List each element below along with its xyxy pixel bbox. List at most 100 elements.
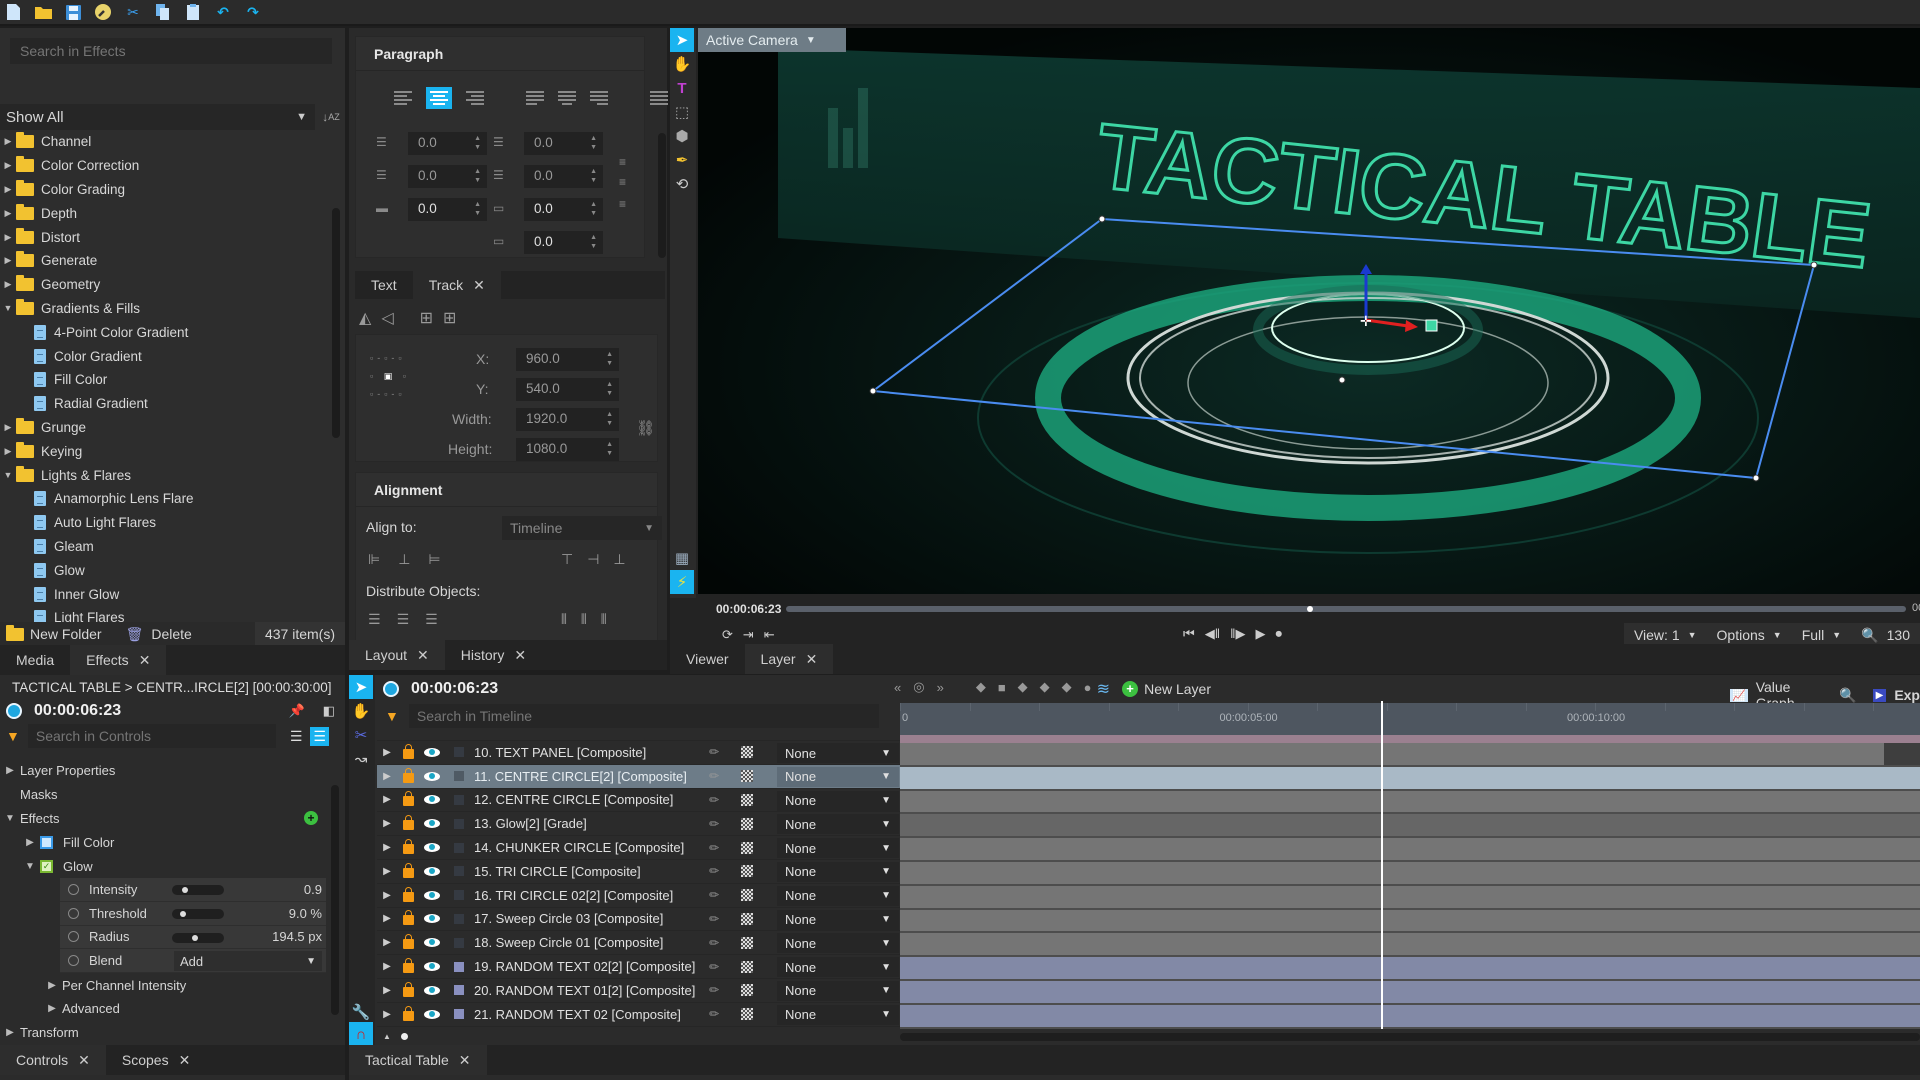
layer-track-bar[interactable] <box>900 861 1920 886</box>
align-v-center-icon[interactable]: ⊣ <box>587 551 599 568</box>
space-before-field[interactable]: 0.0 ▲ ▼ <box>524 132 603 155</box>
layer-color-swatch[interactable] <box>454 1009 464 1020</box>
layer-properties-row[interactable]: ▶ Layer Properties <box>0 759 330 783</box>
param-value[interactable]: 0.9 <box>304 882 322 897</box>
slice-tool-icon[interactable]: ✂ <box>349 723 373 747</box>
lock-icon[interactable] <box>403 743 414 759</box>
spinner-icon[interactable]: ▲ ▼ <box>606 440 613 458</box>
spinner-icon[interactable]: ▲ ▼ <box>590 200 597 218</box>
lock-icon[interactable] <box>403 910 414 926</box>
link-icon[interactable]: ⛓ <box>636 419 655 437</box>
spinner-icon[interactable]: ▲ ▼ <box>590 233 597 251</box>
filter-icon[interactable]: ▼ <box>385 708 399 724</box>
close-icon[interactable]: ✕ <box>806 651 818 668</box>
enable-checkbox-checked[interactable]: ✓ <box>40 859 53 873</box>
effect-item[interactable]: Glow <box>0 558 330 582</box>
controls-search-input[interactable] <box>27 724 276 748</box>
anchor-point-grid[interactable]: ▫-▫-▫ ▫ ▣ ▫ ▫-▫-▫ <box>370 349 422 401</box>
keyframe-radio[interactable] <box>68 883 79 895</box>
blend-mode-dropdown[interactable]: None ▼ <box>777 933 899 954</box>
visibility-eye-icon[interactable] <box>424 962 440 972</box>
effect-item[interactable]: 4-Point Color Gradient <box>0 320 330 344</box>
advanced-row[interactable]: ▶ Advanced <box>0 997 330 1021</box>
expand-icon[interactable]: ▶ <box>0 255 16 266</box>
expand-icon[interactable]: ▶ <box>377 1009 397 1020</box>
pen-icon[interactable]: ✏ <box>709 841 719 855</box>
spinner-icon[interactable]: ▲ ▼ <box>474 167 481 185</box>
layer-color-swatch[interactable] <box>454 842 464 853</box>
viewer-progress-knob[interactable] <box>1306 606 1313 612</box>
distribute-bottom-icon[interactable]: ☰ <box>425 611 438 628</box>
layer-color-swatch[interactable] <box>454 961 464 972</box>
justify-left-icon[interactable] <box>526 91 544 105</box>
align-right-edges-icon[interactable]: ⊨ <box>428 551 440 568</box>
tab-layout[interactable]: Layout ✕ <box>349 640 445 670</box>
justify-center-icon[interactable] <box>558 91 576 105</box>
layer-track-bar[interactable] <box>900 980 1920 1005</box>
controls-scrollbar[interactable] <box>331 785 339 1015</box>
lock-icon[interactable] <box>403 934 414 950</box>
save-icon[interactable] <box>64 3 82 21</box>
param-slider[interactable] <box>172 908 224 919</box>
pen-icon[interactable]: ✏ <box>709 912 719 926</box>
mask-checker-icon[interactable] <box>741 841 753 854</box>
collapse-icon[interactable]: ▼ <box>0 470 16 480</box>
expand-icon[interactable]: ▶ <box>377 961 397 972</box>
pin-icon[interactable]: 📌 <box>289 703 305 719</box>
pen-icon[interactable]: ✏ <box>709 769 719 783</box>
blend-mode-dropdown[interactable]: None ▼ <box>777 885 899 906</box>
expand-icon[interactable]: ▶ <box>0 208 16 219</box>
lock-icon[interactable] <box>403 862 414 878</box>
close-icon[interactable]: ✕ <box>179 1052 191 1069</box>
open-folder-icon[interactable] <box>34 3 52 21</box>
blend-dropdown[interactable]: Add ▼ <box>174 951 322 972</box>
lock-icon[interactable] <box>403 815 414 831</box>
visibility-eye-icon[interactable] <box>424 819 440 829</box>
space-top-field[interactable]: 0.0 ▲ ▼ <box>524 198 603 221</box>
playhead[interactable] <box>1380 701 1383 1029</box>
close-icon[interactable]: ✕ <box>78 1052 90 1069</box>
list-view-icon[interactable]: ☰ <box>290 728 303 745</box>
layer-track-bar[interactable] <box>900 1004 1920 1029</box>
effect-item[interactable]: Auto Light Flares <box>0 511 330 535</box>
align-to-dropdown[interactable]: Timeline ▼ <box>502 516 662 540</box>
add-keyframe-icon[interactable]: ◎ <box>913 679 924 695</box>
effects-scrollbar[interactable] <box>332 208 340 438</box>
effect-folder[interactable]: ▶ Color Correction <box>0 154 330 178</box>
visibility-eye-icon[interactable] <box>424 1009 440 1019</box>
masks-row[interactable]: Masks <box>0 783 330 807</box>
flip-horizontal-icon[interactable]: ◭ <box>359 308 371 328</box>
orbit-tool-icon[interactable]: ⟲ <box>670 172 694 196</box>
effect-item[interactable]: Inner Glow <box>0 582 330 606</box>
expand-icon[interactable]: ▶ <box>377 747 397 758</box>
undo-icon[interactable]: ↶ <box>214 3 232 21</box>
layer-color-swatch[interactable] <box>454 747 464 758</box>
add-effect-icon[interactable]: + <box>304 811 318 826</box>
close-icon[interactable]: ✕ <box>417 647 429 664</box>
keyframe-radio[interactable] <box>68 907 79 919</box>
align-left-icon[interactable] <box>394 91 412 105</box>
blend-mode-dropdown[interactable]: None ▼ <box>777 743 899 763</box>
new-folder-button[interactable]: New Folder <box>30 626 102 642</box>
close-icon[interactable]: ✕ <box>459 1052 471 1069</box>
export-button[interactable]: Exp <box>1894 687 1920 703</box>
blend-mode-dropdown[interactable]: None ▼ <box>777 861 899 882</box>
mask-checker-icon[interactable] <box>741 889 753 902</box>
viewer-progress-track[interactable] <box>786 606 1906 612</box>
select-tool-icon[interactable]: ➤ <box>670 28 694 52</box>
expand-icon[interactable]: ▶ <box>0 422 16 433</box>
slider-knob[interactable] <box>400 1032 408 1040</box>
close-icon[interactable]: ✕ <box>139 652 151 669</box>
x-field[interactable]: 960.0 ▲ ▼ <box>516 348 619 371</box>
lock-icon[interactable] <box>403 1005 414 1021</box>
lock-icon[interactable] <box>403 791 414 807</box>
zoom-timeline-icon[interactable]: 🔍 <box>1839 687 1856 704</box>
expand-icon[interactable]: ▶ <box>377 794 397 805</box>
step-back-icon[interactable]: ◀‖ <box>1205 626 1220 642</box>
wrench-icon[interactable] <box>94 3 112 21</box>
pen-icon[interactable]: ✏ <box>709 936 719 950</box>
rotate-ccw-icon[interactable]: ⊞ <box>420 308 433 328</box>
tab-track[interactable]: Track ✕ <box>412 271 501 299</box>
layer-track-bar[interactable] <box>900 909 1920 934</box>
expand-icon[interactable]: ▶ <box>0 160 16 171</box>
